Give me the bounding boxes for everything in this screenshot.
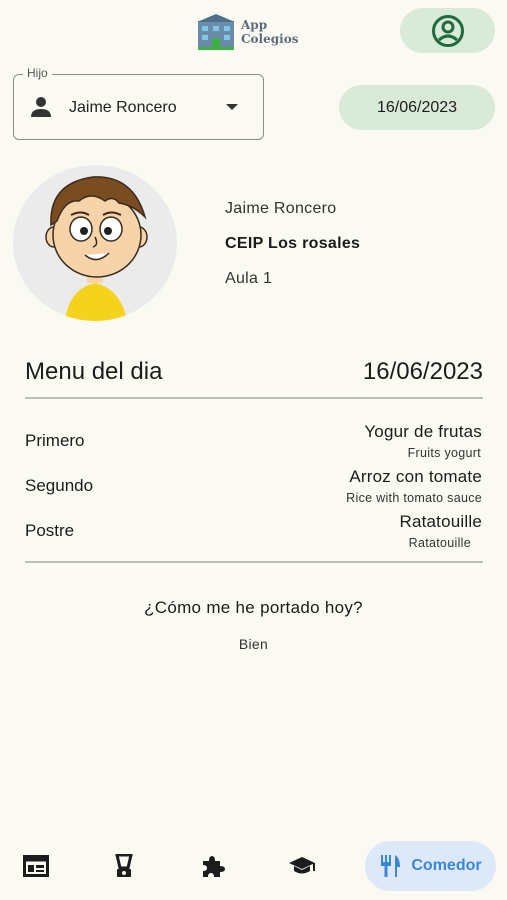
- fork-knife-icon: [381, 855, 401, 877]
- nav-blender[interactable]: [104, 848, 144, 884]
- child-select-label: Hijo: [23, 66, 52, 80]
- schedule-icon: [23, 855, 49, 877]
- student-name: Jaime Roncero: [225, 200, 337, 217]
- dish-second: Arroz con tomate: [349, 467, 482, 486]
- course-label-first: Primero: [25, 431, 85, 450]
- dish-first: Yogur de frutas: [364, 422, 482, 441]
- dish-first-translation: Fruits yogurt: [407, 446, 481, 460]
- blender-icon: [115, 854, 133, 877]
- app-logo: App Colegios: [197, 12, 298, 52]
- date-picker-button[interactable]: 16/06/2023: [339, 85, 495, 130]
- nav-comedor-label: Comedor: [411, 857, 482, 874]
- dropdown-arrow-icon[interactable]: [225, 103, 239, 111]
- menu-date: 16/06/2023: [362, 358, 483, 385]
- nav-schedule[interactable]: [16, 848, 56, 884]
- course-label-second: Segundo: [25, 476, 94, 495]
- course-label-dessert: Postre: [25, 521, 75, 540]
- account-circle-icon: [431, 14, 464, 47]
- behavior-question: ¿Cómo me he portado hoy?: [144, 598, 363, 617]
- person-icon: [31, 97, 51, 117]
- school-building-icon: [197, 14, 235, 50]
- app-name-line2: Colegios: [241, 32, 299, 46]
- behavior-answer: Bien: [238, 636, 269, 652]
- school-name: CEIP Los rosales: [225, 235, 361, 252]
- nav-activities[interactable]: [193, 848, 233, 884]
- nav-comedor[interactable]: Comedor: [365, 841, 496, 891]
- puzzle-icon: [203, 856, 225, 877]
- classroom-name: Aula 1: [225, 270, 273, 287]
- graduation-cap-icon: [289, 857, 315, 874]
- menu-title: Menu del dia: [25, 358, 163, 385]
- dish-dessert: Ratatouille: [399, 512, 482, 531]
- avatar: [13, 165, 177, 321]
- app-name-line1: App: [241, 18, 268, 32]
- nav-school[interactable]: [282, 848, 322, 884]
- dish-second-translation: Rice with tomato sauce: [346, 491, 482, 505]
- child-select-value: Jaime Roncero: [69, 99, 177, 116]
- profile-button[interactable]: [400, 8, 495, 53]
- divider: [25, 397, 483, 399]
- divider: [25, 561, 483, 563]
- dish-dessert-translation: Ratatouille: [408, 536, 471, 550]
